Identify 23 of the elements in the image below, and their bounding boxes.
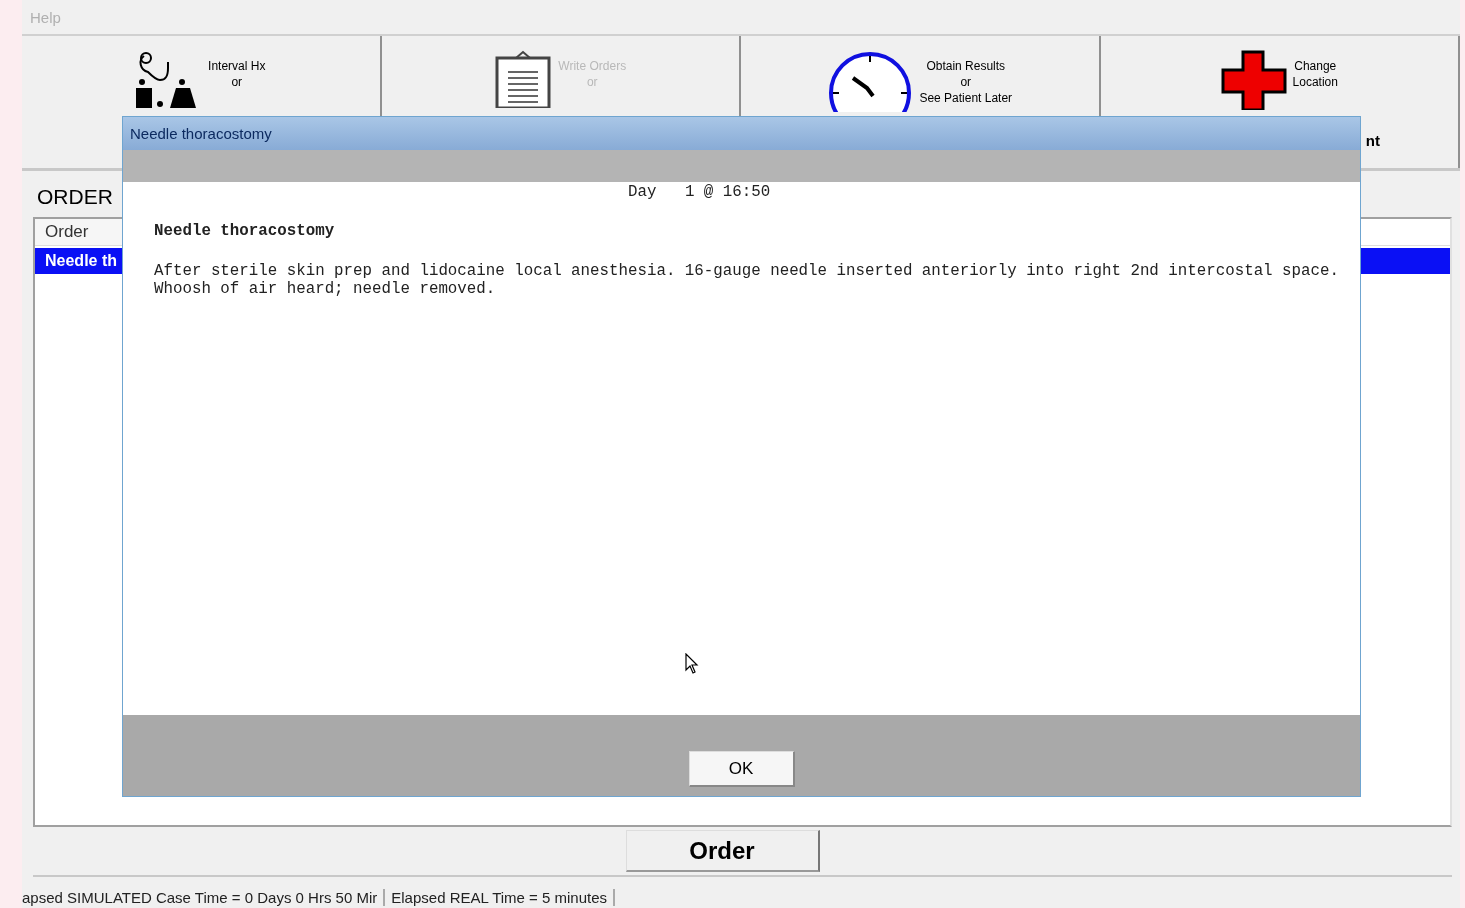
ok-button[interactable]: OK xyxy=(688,751,795,787)
timestamp: Day 1 @ 16:50 xyxy=(627,182,772,202)
order-button[interactable]: Order xyxy=(625,830,820,872)
button-label: or xyxy=(585,74,599,90)
button-label: Change xyxy=(1293,58,1338,74)
button-label: or xyxy=(959,74,973,90)
note-text: After sterile skin prep and lidocaine local anesthesia. 16-gauge needle inserted anteriorly into right 2nd intercostal space. Whoosh of air heard; needle removed. xyxy=(154,262,1340,298)
button-label: Obtain Results xyxy=(925,58,1007,74)
dialog-title: Needle thoracostomy xyxy=(123,117,1360,150)
button-label: nt xyxy=(1365,132,1380,149)
clipboard-icon xyxy=(494,50,553,108)
panel-title: ORDER xyxy=(37,185,113,209)
clock-icon xyxy=(827,50,914,112)
mouse-pointer-icon xyxy=(685,653,699,675)
button-label: Location xyxy=(1292,74,1338,90)
button-label: Write Orders xyxy=(558,58,627,74)
button-label: See Patient Later xyxy=(919,90,1013,106)
note-heading: Needle thoracostomy xyxy=(154,222,336,240)
status-text: apsed SIMULATED Case Time = 0 Days 0 Hrs 50 Mir xyxy=(22,888,386,906)
button-label: or xyxy=(230,74,244,90)
status-text: Elapsed REAL Time = 5 minutes xyxy=(391,888,616,906)
cross-icon xyxy=(1220,50,1287,110)
button-label: Interval Hx xyxy=(208,58,266,74)
